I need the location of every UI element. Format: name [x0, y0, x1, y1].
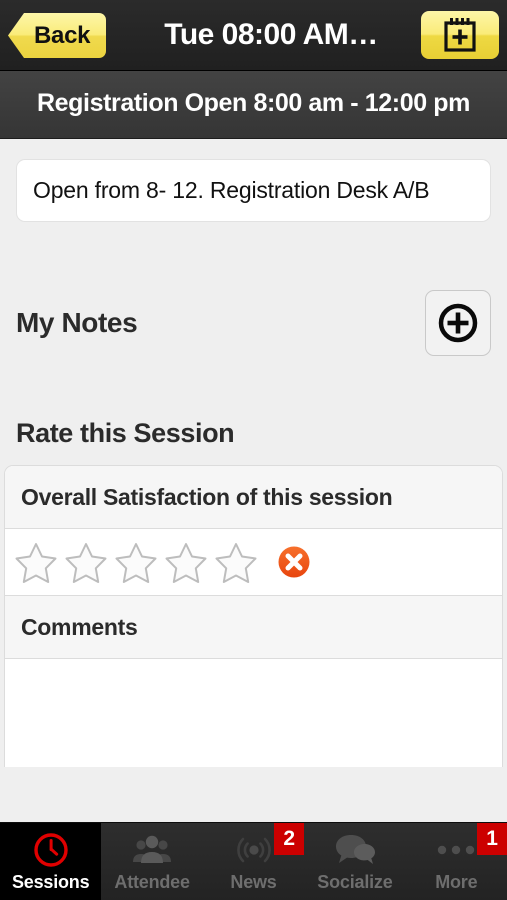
content-scroll-area[interactable]: Open from 8- 12. Registration Desk A/B M… [0, 139, 507, 822]
bottom-tab-bar: Sessions Attendee News 2 Socialize More … [0, 822, 507, 900]
app-screen: Back Tue 08:00 AM… Registration Open 8:0… [0, 0, 507, 900]
tab-news-badge: 2 [274, 823, 305, 855]
tab-more[interactable]: More 1 [406, 823, 507, 900]
tab-more-label: More [435, 871, 478, 892]
navigation-bar: Back Tue 08:00 AM… [0, 0, 507, 71]
tab-attendee-label: Attendee [114, 871, 190, 892]
satisfaction-question: Overall Satisfaction of this session [5, 466, 502, 529]
star-5[interactable] [213, 539, 259, 585]
tab-news[interactable]: News 2 [203, 823, 305, 900]
ellipsis-icon [438, 845, 475, 854]
star-rating-control[interactable] [5, 529, 502, 596]
my-notes-heading: My Notes [16, 307, 138, 338]
star-4[interactable] [163, 539, 209, 585]
my-notes-section: My Notes [16, 290, 491, 356]
add-note-button[interactable] [425, 290, 491, 356]
session-title-banner: Registration Open 8:00 am - 12:00 pm [0, 71, 507, 139]
star-2[interactable] [63, 539, 109, 585]
rating-card: Overall Satisfaction of this session Com… [4, 465, 503, 767]
back-button[interactable]: Back [8, 13, 107, 58]
tab-more-badge: 1 [477, 823, 507, 855]
chat-bubbles-icon [335, 834, 375, 864]
back-button-label: Back [34, 21, 91, 49]
tab-sessions[interactable]: Sessions [0, 823, 102, 900]
broadcast-icon [236, 837, 271, 862]
star-1[interactable] [13, 539, 59, 585]
calendar-add-icon [444, 18, 476, 52]
tab-attendee[interactable]: Attendee [101, 823, 202, 900]
comments-label: Comments [5, 596, 502, 659]
tab-sessions-label: Sessions [11, 871, 90, 892]
comments-input[interactable] [5, 659, 502, 767]
add-to-calendar-button[interactable] [421, 11, 499, 59]
session-description: Open from 8- 12. Registration Desk A/B [16, 159, 491, 222]
clear-rating-button[interactable] [275, 543, 313, 581]
tab-socialize-label: Socialize [317, 871, 393, 892]
tab-socialize[interactable]: Socialize [304, 823, 405, 900]
star-3[interactable] [113, 539, 159, 585]
clock-icon [34, 832, 68, 867]
tab-news-label: News [230, 871, 277, 892]
rate-session-heading: Rate this Session [16, 418, 235, 448]
people-group-icon [133, 835, 172, 863]
circle-plus-icon [438, 303, 478, 343]
